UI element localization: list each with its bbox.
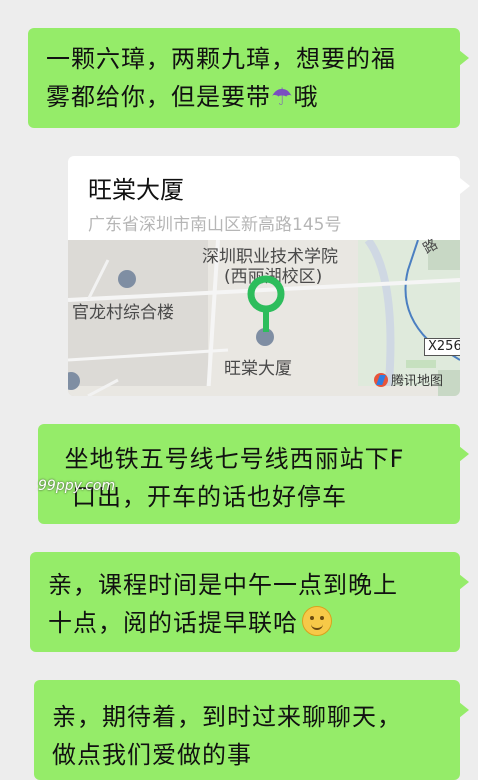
building-icon: [118, 270, 136, 288]
umbrella-icon: ☂: [271, 83, 294, 111]
message-text-3b: 十点，阅的话提早联哈: [48, 604, 442, 642]
watermark: 99ppy.com: [38, 478, 116, 494]
tencent-map-logo-icon: [374, 373, 388, 387]
location-title: 旺棠大厦: [88, 176, 184, 204]
message-text-3a: 亲，课程时间是中午一点到晚上: [48, 571, 398, 599]
message-bubble-4[interactable]: 亲，期待着，到时过来聊聊天， 做点我们爱做的事: [34, 680, 469, 780]
message-text-2a: 坐地铁五号线七号线西丽站下F: [56, 445, 405, 473]
road-tag: X256: [424, 338, 460, 356]
location-pin-icon: [247, 275, 285, 332]
map-preview[interactable]: 深圳职业技术学院 (西丽湖校区) 官龙村综合楼 旺棠大厦 路 X256 腾讯地图: [68, 236, 460, 396]
message-bubble-3[interactable]: 亲，课程时间是中午一点到晚上 十点，阅的话提早联哈: [30, 552, 469, 652]
map-provider: 腾讯地图: [374, 370, 443, 389]
message-bubble-2[interactable]: 坐地铁五号线七号线西丽站下F 口出，开车的话也好停车: [38, 424, 469, 524]
map-label-target: 旺棠大厦: [224, 359, 292, 379]
card-tail: [460, 178, 470, 194]
message-text-1a: 一颗六璋，两颗九璋，想要的福: [46, 45, 396, 73]
message-text-4a: 亲，期待着，到时过来聊聊天，: [52, 703, 402, 731]
location-card[interactable]: 旺棠大厦 广东省深圳市南山区新高路145号 深圳职业技术学院 (西丽湖校区) 官…: [68, 156, 460, 396]
message-text-1b: 雾都给你，但是要带☂哦: [46, 78, 442, 116]
smile-emoji-icon: [302, 606, 332, 636]
location-address: 广东省深圳市南山区新高路145号: [88, 215, 342, 235]
map-label-guanlong: 官龙村综合楼: [72, 303, 174, 323]
message-bubble-1[interactable]: 一颗六璋，两颗九璋，想要的福 雾都给你，但是要带☂哦: [28, 28, 469, 128]
message-text-4b: 做点我们爱做的事: [52, 741, 252, 769]
